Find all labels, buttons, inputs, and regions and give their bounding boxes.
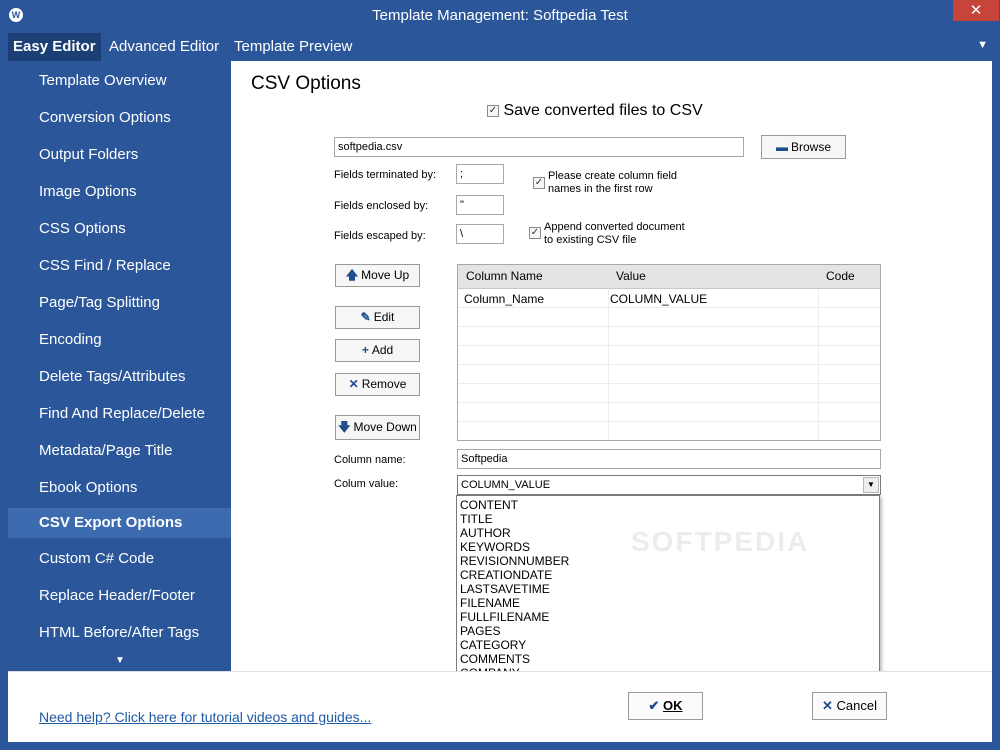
client-area: Template Overview Conversion Options Out… bbox=[8, 61, 992, 742]
fields-enclosed-label: Fields enclosed by: bbox=[334, 200, 429, 212]
tab-template-preview[interactable]: Template Preview bbox=[229, 33, 357, 61]
tab-menu-chevron-icon[interactable]: ▼ bbox=[977, 39, 988, 51]
sidebar-item-css-find-replace[interactable]: CSS Find / Replace bbox=[8, 251, 231, 281]
remove-button[interactable]: ✕ Remove bbox=[335, 373, 420, 396]
sidebar-item-output-folders[interactable]: Output Folders bbox=[8, 140, 231, 170]
fields-enclosed-input[interactable]: " bbox=[456, 195, 504, 215]
tab-advanced-editor[interactable]: Advanced Editor bbox=[104, 33, 224, 61]
create-column-names-label: Please create column field names in the … bbox=[548, 170, 678, 195]
plus-icon: + bbox=[361, 343, 369, 357]
sidebar-item-replace-header-footer[interactable]: Replace Header/Footer bbox=[8, 581, 231, 611]
table-row bbox=[458, 403, 880, 422]
save-to-csv-checkbox[interactable]: ✓ bbox=[487, 104, 499, 117]
dropdown-option[interactable]: CATEGORY bbox=[460, 638, 526, 652]
csv-filename-input[interactable]: softpedia.csv bbox=[334, 137, 744, 157]
dropdown-option[interactable]: CONTENT bbox=[460, 498, 518, 512]
sidebar-item-delete-tags[interactable]: Delete Tags/Attributes bbox=[8, 362, 231, 392]
dropdown-option[interactable]: REVISIONNUMBER bbox=[460, 554, 569, 568]
dropdown-option[interactable]: PAGES bbox=[460, 624, 500, 638]
watermark: SOFTPEDIA bbox=[631, 526, 810, 557]
grid-header-column-name[interactable]: Column Name bbox=[466, 269, 543, 283]
dropdown-option[interactable]: AUTHOR bbox=[460, 526, 511, 540]
dropdown-option[interactable]: KEYWORDS bbox=[460, 540, 530, 554]
close-button[interactable]: ✕ bbox=[953, 0, 999, 21]
edit-icon: ✎ bbox=[360, 310, 371, 324]
sidebar-item-custom-code[interactable]: Custom C# Code bbox=[8, 544, 231, 574]
sidebar-item-ebook-options[interactable]: Ebook Options bbox=[8, 473, 231, 503]
add-button[interactable]: + Add bbox=[335, 339, 420, 362]
column-name-input[interactable]: Softpedia bbox=[457, 449, 881, 469]
footer: Need help? Click here for tutorial video… bbox=[8, 671, 992, 742]
sidebar-item-html-before-after[interactable]: HTML Before/After Tags bbox=[8, 618, 231, 648]
table-row[interactable]: Column_Name COLUMN_VALUE bbox=[458, 289, 880, 308]
sidebar-item-image-options[interactable]: Image Options bbox=[8, 177, 231, 207]
page-title: CSV Options bbox=[251, 73, 361, 94]
column-value-select[interactable]: COLUMN_VALUE ▼ bbox=[457, 475, 881, 495]
arrow-up-icon: 🡅 bbox=[345, 268, 359, 282]
title-bar: W Template Management: Softpedia Test ✕ bbox=[0, 0, 1000, 31]
move-up-button[interactable]: 🡅 Move Up bbox=[335, 264, 420, 287]
sidebar-item-find-replace-delete[interactable]: Find And Replace/Delete bbox=[8, 399, 231, 429]
column-value-selected: COLUMN_VALUE bbox=[461, 479, 551, 491]
grid-header: Column Name Value Code bbox=[458, 265, 880, 289]
grid-header-code[interactable]: Code bbox=[826, 269, 855, 283]
table-row bbox=[458, 327, 880, 346]
tab-strip: Easy Editor Advanced Editor Template Pre… bbox=[0, 31, 1000, 61]
browse-button[interactable]: ▬ Browse bbox=[761, 135, 846, 159]
sidebar-item-encoding[interactable]: Encoding bbox=[8, 325, 231, 355]
column-value-label: Colum value: bbox=[334, 478, 399, 490]
move-down-button[interactable]: 🡇 Move Down bbox=[335, 415, 420, 440]
fields-escaped-label: Fields escaped by: bbox=[334, 230, 426, 242]
dropdown-option[interactable]: TITLE bbox=[460, 512, 493, 526]
dropdown-option[interactable]: CREATIONDATE bbox=[460, 568, 552, 582]
sidebar-item-csv-export-options[interactable]: CSV Export Options bbox=[8, 508, 231, 538]
fields-terminated-input[interactable]: ; bbox=[456, 164, 504, 184]
scroll-down-chevron-icon[interactable]: ▼ bbox=[115, 655, 125, 666]
csv-options-panel: CSV Options ✓ Save converted files to CS… bbox=[231, 61, 992, 694]
dropdown-option[interactable]: LASTSAVETIME bbox=[460, 582, 550, 596]
table-row bbox=[458, 384, 880, 403]
edit-button[interactable]: ✎ Edit bbox=[335, 306, 420, 329]
folder-icon: ▬ bbox=[775, 140, 788, 154]
sidebar: Template Overview Conversion Options Out… bbox=[8, 61, 231, 671]
ok-button[interactable]: ✔ OK bbox=[628, 692, 703, 720]
column-grid: Column Name Value Code Column_Name COLUM… bbox=[457, 264, 881, 441]
dropdown-option[interactable]: FULLFILENAME bbox=[460, 610, 549, 624]
append-to-csv-label: Append converted document to existing CS… bbox=[544, 221, 685, 246]
cancel-button[interactable]: ✕ Cancel bbox=[812, 692, 887, 720]
save-to-csv-option[interactable]: ✓ Save converted files to CSV bbox=[487, 102, 703, 120]
row-value: COLUMN_VALUE bbox=[610, 292, 708, 306]
column-value-dropdown: CONTENT TITLE AUTHOR KEYWORDS REVISIONNUMBER… bbox=[456, 495, 880, 694]
tab-easy-editor[interactable]: Easy Editor bbox=[8, 33, 101, 61]
table-row bbox=[458, 346, 880, 365]
column-name-label: Column name: bbox=[334, 454, 406, 466]
dropdown-option[interactable]: FILENAME bbox=[460, 596, 520, 610]
help-link[interactable]: Need help? Click here for tutorial video… bbox=[39, 709, 371, 725]
x-icon: ✕ bbox=[822, 698, 833, 713]
dropdown-option[interactable]: COMMENTS bbox=[460, 652, 530, 666]
fields-escaped-input[interactable]: \ bbox=[456, 224, 504, 244]
fields-terminated-label: Fields terminated by: bbox=[334, 169, 437, 181]
sidebar-item-metadata[interactable]: Metadata/Page Title bbox=[8, 436, 231, 466]
save-to-csv-label: Save converted files to CSV bbox=[503, 102, 703, 119]
x-icon: ✕ bbox=[348, 377, 359, 391]
sidebar-item-css-options[interactable]: CSS Options bbox=[8, 214, 231, 244]
arrow-down-icon: 🡇 bbox=[338, 420, 351, 434]
append-to-csv-checkbox[interactable]: ✓ bbox=[529, 227, 541, 239]
app-window: W Template Management: Softpedia Test ✕ … bbox=[0, 0, 1000, 750]
chevron-down-icon[interactable]: ▼ bbox=[863, 477, 879, 493]
table-row bbox=[458, 365, 880, 384]
grid-header-value[interactable]: Value bbox=[616, 269, 646, 283]
create-column-names-checkbox[interactable]: ✓ bbox=[533, 177, 545, 189]
row-column-name: Column_Name bbox=[464, 292, 545, 306]
sidebar-item-conversion-options[interactable]: Conversion Options bbox=[8, 103, 231, 133]
sidebar-item-template-overview[interactable]: Template Overview bbox=[8, 66, 231, 96]
sidebar-item-page-tag-splitting[interactable]: Page/Tag Splitting bbox=[8, 288, 231, 318]
window-title: Template Management: Softpedia Test bbox=[372, 7, 628, 24]
check-icon: ✔ bbox=[648, 698, 660, 713]
table-row bbox=[458, 308, 880, 327]
